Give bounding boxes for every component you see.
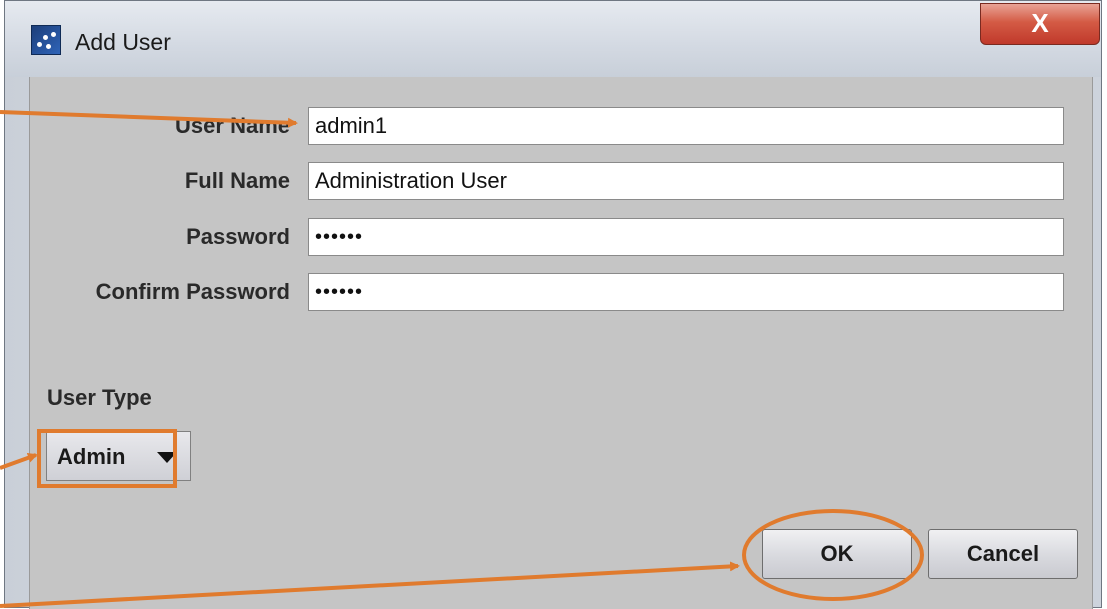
annotation-arrow-ok: [0, 561, 740, 608]
annotation-circle-ok: [742, 509, 924, 601]
annotation-box-user-type: [37, 429, 177, 488]
annotation-arrow-user-name: [0, 110, 298, 128]
annotation-overlay: [0, 110, 924, 608]
annotation-arrow-user-type: [0, 453, 38, 470]
